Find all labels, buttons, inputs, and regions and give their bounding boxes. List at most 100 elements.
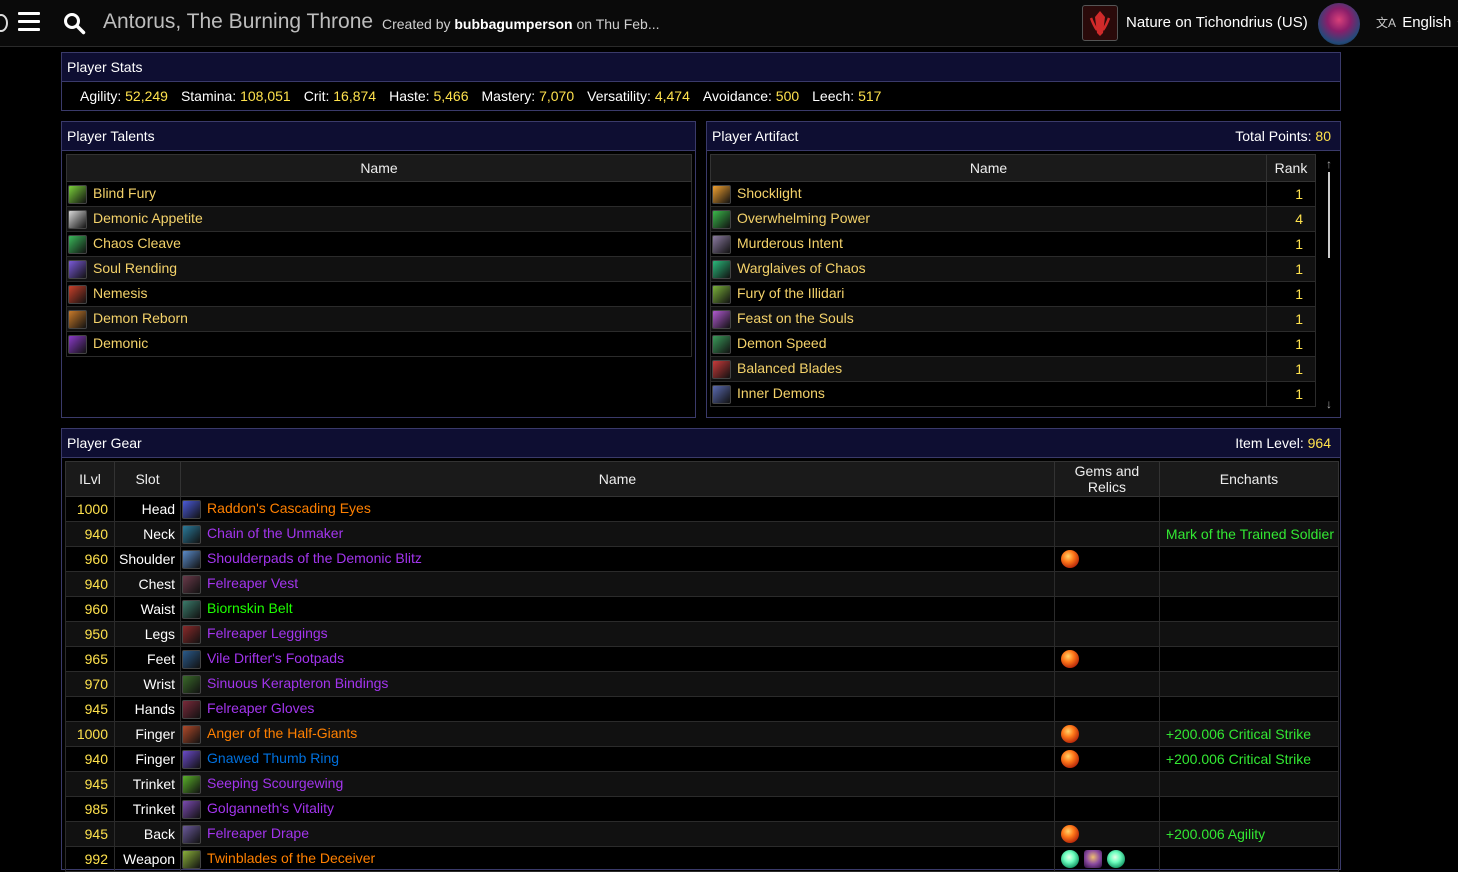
talent-name[interactable]: Chaos Cleave [93, 235, 181, 251]
gear-row[interactable]: 985 Trinket Golganneth's Vitality [65, 796, 1340, 822]
gear-row[interactable]: 940 Chest Felreaper Vest [65, 571, 1340, 597]
gear-row[interactable]: 940 Neck Chain of the Unmaker Mark of the T… [65, 521, 1340, 547]
relic-purple-icon[interactable] [1083, 850, 1102, 869]
item-icon[interactable] [182, 849, 202, 869]
talent-name[interactable]: Demonic Appetite [93, 210, 203, 226]
gear-row[interactable]: 960 Waist Biornskin Belt [65, 596, 1340, 622]
item-icon[interactable] [182, 599, 202, 619]
gear-col-name[interactable]: Name [180, 461, 1055, 497]
artifact-row[interactable]: Murderous Intent 1 [710, 231, 1316, 257]
item-name-link[interactable]: Golganneth's Vitality [207, 800, 334, 816]
item-name-link[interactable]: Sinuous Kerapteron Bindings [207, 675, 388, 691]
scroll-up-arrow-icon[interactable]: ↑ [1323, 158, 1335, 170]
gear-row[interactable]: 965 Feet Vile Drifter's Footpads [65, 646, 1340, 672]
gem-icon[interactable] [1060, 650, 1079, 669]
artifact-row[interactable]: Fury of the Illidari 1 [710, 281, 1316, 307]
talent-row[interactable]: Soul Rending [66, 256, 692, 282]
item-icon[interactable] [182, 749, 202, 769]
artifact-col-name[interactable]: Name [710, 154, 1267, 182]
artifact-trait-name[interactable]: Demon Speed [737, 335, 827, 351]
gear-row[interactable]: 992 Weapon Twinblades of the Deceiver [65, 846, 1340, 872]
artifact-trait-name[interactable]: Overwhelming Power [737, 210, 870, 226]
language-selector[interactable]: 文A English ▼ [1376, 14, 1458, 31]
relic-green-icon[interactable] [1060, 850, 1079, 869]
artifact-trait-name[interactable]: Fury of the Illidari [737, 285, 844, 301]
item-name-link[interactable]: Felreaper Leggings [207, 625, 328, 641]
character-name[interactable]: Nature on Tichondrius (US) [1126, 14, 1308, 31]
gear-col-ilvl[interactable]: ILvl [65, 461, 115, 497]
artifact-row[interactable]: Feast on the Souls 1 [710, 306, 1316, 332]
gem-icon[interactable] [1060, 550, 1079, 569]
gear-row[interactable]: 945 Back Felreaper Drape +200.006 Agility [65, 821, 1340, 847]
gear-row[interactable]: 1000 Head Raddon's Cascading Eyes [65, 496, 1340, 522]
item-icon[interactable] [182, 499, 202, 519]
item-icon[interactable] [182, 824, 202, 844]
author-link[interactable]: bubbagumperson [454, 16, 572, 32]
talent-name[interactable]: Demon Reborn [93, 310, 188, 326]
relic-green-icon[interactable] [1106, 850, 1125, 869]
item-icon[interactable] [182, 799, 202, 819]
item-icon[interactable] [182, 574, 202, 594]
artifact-trait-name[interactable]: Murderous Intent [737, 235, 843, 251]
talent-name[interactable]: Nemesis [93, 285, 147, 301]
item-icon[interactable] [182, 699, 202, 719]
talent-row[interactable]: Blind Fury [66, 181, 692, 207]
talent-row[interactable]: Demonic [66, 331, 692, 357]
artifact-col-rank[interactable]: Rank [1266, 154, 1316, 182]
item-icon[interactable] [182, 774, 202, 794]
item-icon[interactable] [182, 724, 202, 744]
item-name-link[interactable]: Seeping Scourgewing [207, 775, 343, 791]
talent-name[interactable]: Demonic [93, 335, 148, 351]
item-name-link[interactable]: Biornskin Belt [207, 600, 293, 616]
gear-row[interactable]: 1000 Finger Anger of the Half-Giants +200.0… [65, 721, 1340, 747]
talent-row[interactable]: Demonic Appetite [66, 206, 692, 232]
artifact-trait-name[interactable]: Warglaives of Chaos [737, 260, 866, 276]
item-name-link[interactable]: Felreaper Gloves [207, 700, 314, 716]
search-icon[interactable] [62, 11, 86, 35]
item-icon[interactable] [182, 674, 202, 694]
gem-icon[interactable] [1060, 825, 1079, 844]
item-name-link[interactable]: Anger of the Half-Giants [207, 725, 357, 741]
artifact-row[interactable]: Demon Speed 1 [710, 331, 1316, 357]
gear-row[interactable]: 950 Legs Felreaper Leggings [65, 621, 1340, 647]
item-name-link[interactable]: Felreaper Vest [207, 575, 298, 591]
talent-name[interactable]: Blind Fury [93, 185, 156, 201]
item-name-link[interactable]: Raddon's Cascading Eyes [207, 500, 371, 516]
artifact-scroll-area[interactable]: Name Rank Shocklight 1 Overwhelming Power 4… [710, 154, 1316, 414]
gear-row[interactable]: 945 Trinket Seeping Scourgewing [65, 771, 1340, 797]
item-name-link[interactable]: Vile Drifter's Footpads [207, 650, 344, 666]
artifact-trait-name[interactable]: Balanced Blades [737, 360, 842, 376]
item-icon[interactable] [182, 624, 202, 644]
item-name-link[interactable]: Twinblades of the Deceiver [207, 850, 375, 866]
artifact-row[interactable]: Inner Demons 1 [710, 381, 1316, 407]
gear-row[interactable]: 960 Shoulder Shoulderpads of the Demonic B… [65, 546, 1340, 572]
talent-row[interactable]: Chaos Cleave [66, 231, 692, 257]
item-icon[interactable] [182, 549, 202, 569]
talents-col-name[interactable]: Name [66, 154, 692, 182]
artifact-trait-name[interactable]: Feast on the Souls [737, 310, 854, 326]
avatar[interactable] [1318, 3, 1360, 45]
artifact-row[interactable]: Overwhelming Power 4 [710, 206, 1316, 232]
item-icon[interactable] [182, 649, 202, 669]
gear-row[interactable]: 945 Hands Felreaper Gloves [65, 696, 1340, 722]
talent-name[interactable]: Soul Rending [93, 260, 177, 276]
artifact-row[interactable]: Warglaives of Chaos 1 [710, 256, 1316, 282]
item-name-link[interactable]: Felreaper Drape [207, 825, 309, 841]
item-icon[interactable] [182, 524, 202, 544]
item-name-link[interactable]: Gnawed Thumb Ring [207, 750, 339, 766]
hamburger-menu-icon[interactable] [18, 12, 40, 32]
artifact-row[interactable]: Balanced Blades 1 [710, 356, 1316, 382]
talent-row[interactable]: Nemesis [66, 281, 692, 307]
artifact-scrollbar-thumb[interactable] [1328, 172, 1330, 258]
scroll-down-arrow-icon[interactable]: ↓ [1323, 398, 1335, 410]
gem-icon[interactable] [1060, 750, 1079, 769]
artifact-row[interactable]: Shocklight 1 [710, 181, 1316, 207]
gear-row[interactable]: 940 Finger Gnawed Thumb Ring +200.006 Criti… [65, 746, 1340, 772]
artifact-trait-name[interactable]: Shocklight [737, 185, 802, 201]
item-name-link[interactable]: Chain of the Unmaker [207, 525, 343, 541]
artifact-trait-name[interactable]: Inner Demons [737, 385, 825, 401]
gear-col-gems[interactable]: Gems and Relics [1053, 461, 1160, 497]
gem-icon[interactable] [1060, 725, 1079, 744]
gear-row[interactable]: 970 Wrist Sinuous Kerapteron Bindings [65, 671, 1340, 697]
gear-col-enchants[interactable]: Enchants [1158, 461, 1340, 497]
